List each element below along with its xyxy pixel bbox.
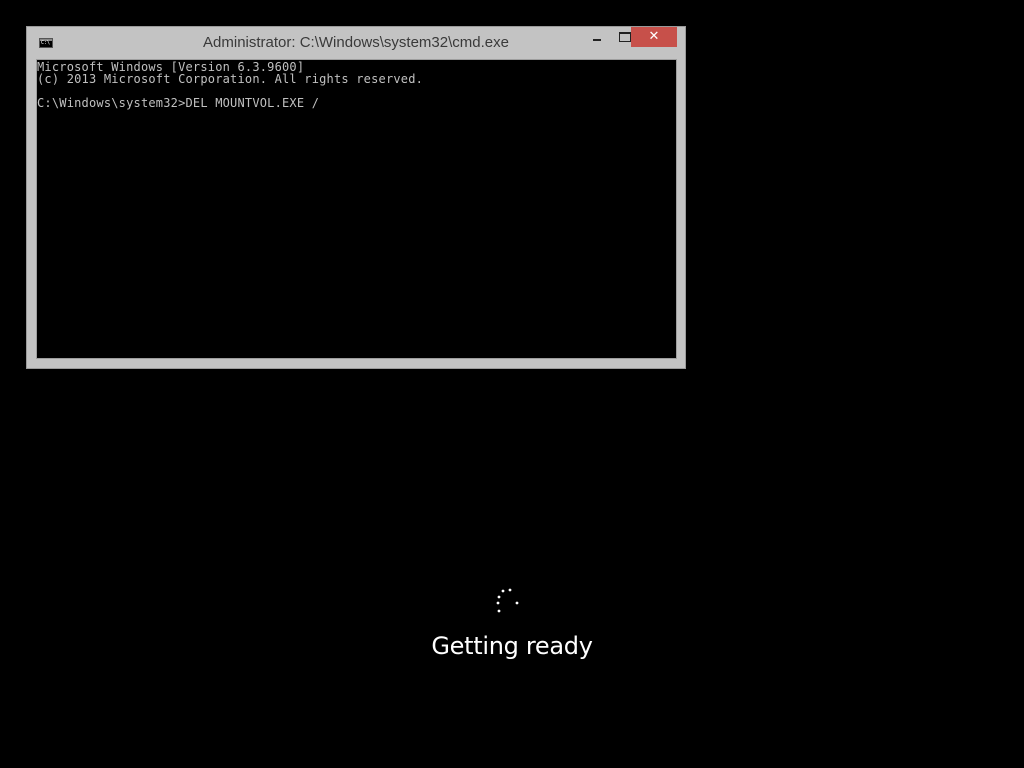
close-icon: ✕	[648, 29, 660, 44]
console-line-copyright: (c) 2013 Microsoft Corporation. All righ…	[37, 72, 424, 86]
cmd-window[interactable]: Administrator: C:\Windows\system32\cmd.e…	[26, 26, 686, 369]
close-button[interactable]: ✕	[631, 27, 677, 47]
title-bar[interactable]: Administrator: C:\Windows\system32\cmd.e…	[27, 27, 685, 58]
minimize-button[interactable]	[583, 27, 611, 47]
console-output[interactable]: Microsoft Windows [Version 6.3.9600] (c)…	[36, 59, 677, 359]
loading-spinner-icon	[496, 588, 519, 613]
console-command-line[interactable]: C:\Windows\system32>DEL MOUNTVOL.EXE /	[37, 97, 676, 109]
status-message: Getting ready	[431, 632, 593, 660]
